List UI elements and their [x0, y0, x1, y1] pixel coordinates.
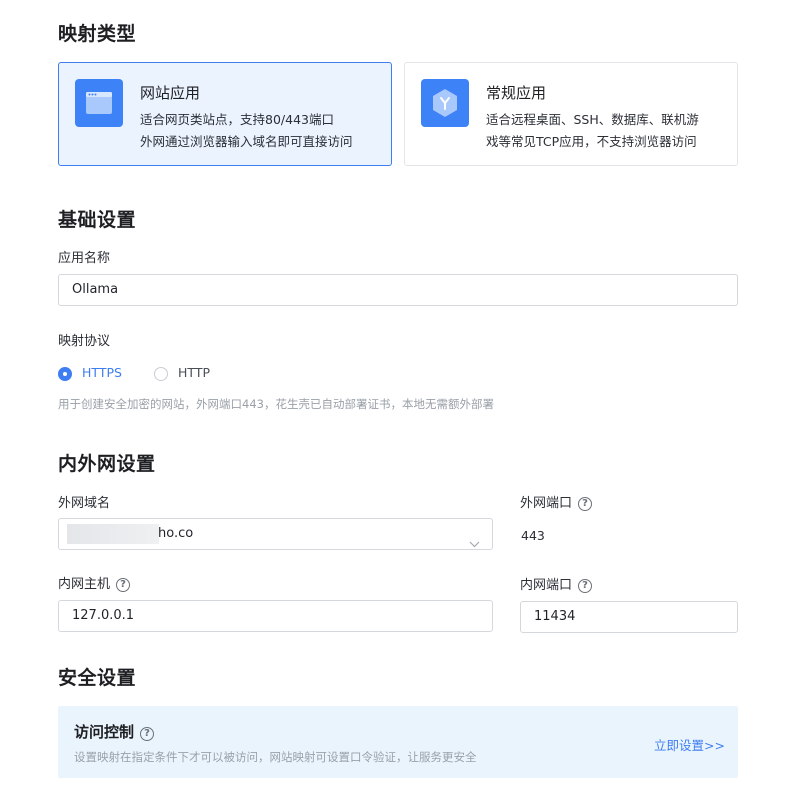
- type-card-website-title: 网站应用: [140, 84, 201, 102]
- access-control-desc: 设置映射在指定条件下才可以被访问，网站映射可设置口令验证，让服务更安全: [74, 750, 477, 764]
- type-card-website[interactable]: 网站应用 适合网页类站点，支持80/443端口 外网通过浏览器输入域名即可直接访…: [58, 62, 392, 166]
- http-radio-label[interactable]: HTTP: [178, 365, 210, 380]
- type-card-general-desc: 适合远程桌面、SSH、数据库、联机游 戏等常见TCP应用，不支持浏览器访问: [486, 112, 699, 149]
- browser-window-icon: [75, 79, 123, 127]
- internal-port-label: 内网端口?: [520, 574, 593, 593]
- protocol-hint: 用于创建安全加密的网站，外网端口443，花生壳已自动部署证书，本地无需额外部署: [58, 397, 494, 411]
- basic-settings-title: 基础设置: [58, 209, 137, 231]
- mapping-type-title: 映射类型: [58, 23, 137, 45]
- type-card-general[interactable]: 常规应用 适合远程桌面、SSH、数据库、联机游 戏等常见TCP应用，不支持浏览器…: [404, 62, 738, 166]
- help-icon[interactable]: ?: [116, 578, 131, 592]
- type-card-general-title: 常规应用: [486, 84, 547, 102]
- internal-host-label: 内网主机?: [58, 573, 131, 592]
- external-domain-select[interactable]: ho.co: [58, 518, 493, 550]
- protocol-label: 映射协议: [58, 334, 111, 349]
- help-icon[interactable]: ?: [578, 497, 593, 511]
- https-radio-label[interactable]: HTTPS: [82, 365, 122, 380]
- type-card-website-desc: 适合网页类站点，支持80/443端口 外网通过浏览器输入域名即可直接访问: [140, 112, 353, 149]
- redacted-block: [67, 524, 159, 544]
- chevron-down-icon: [469, 530, 480, 560]
- external-domain-value: ho.co: [158, 526, 194, 541]
- help-icon[interactable]: ?: [140, 727, 155, 741]
- internal-port-input[interactable]: 11434: [520, 601, 738, 633]
- internal-host-input[interactable]: 127.0.0.1: [58, 600, 493, 632]
- app-name-input[interactable]: Ollama: [58, 274, 738, 306]
- access-control-panel: 访问控制? 设置映射在指定条件下才可以被访问，网站映射可设置口令验证，让服务更安…: [58, 706, 738, 778]
- external-port-value: 443: [521, 528, 545, 543]
- network-settings-title: 内外网设置: [58, 453, 156, 475]
- external-port-label: 外网端口?: [520, 492, 593, 511]
- help-icon[interactable]: ?: [578, 579, 593, 593]
- app-name-label: 应用名称: [58, 251, 111, 266]
- external-domain-label: 外网域名: [58, 496, 111, 511]
- access-setup-link[interactable]: 立即设置>>: [654, 735, 725, 754]
- security-settings-title: 安全设置: [58, 667, 137, 689]
- http-radio[interactable]: [154, 367, 168, 381]
- https-radio[interactable]: [58, 367, 72, 381]
- hexagon-y-icon: [421, 79, 469, 127]
- access-control-title: 访问控制?: [74, 721, 155, 742]
